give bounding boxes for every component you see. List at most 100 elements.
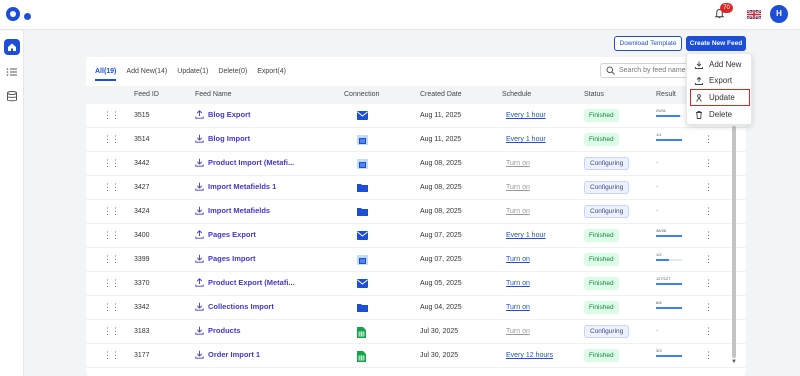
col-schedule[interactable]: Schedule [502,91,531,98]
drag-handle-icon[interactable]: ⋮⋮ [103,326,120,337]
feed-name-link[interactable]: Blog Export [195,110,251,119]
drag-handle-icon[interactable]: ⋮⋮ [103,182,120,193]
drag-handle-icon[interactable]: ⋮⋮ [103,278,120,289]
app-logo[interactable] [6,7,20,21]
feed-name-link[interactable]: Order Import 1 [195,350,260,359]
col-feed-name[interactable]: Feed Name [195,91,232,98]
drag-handle-icon[interactable]: ⋮⋮ [103,254,120,265]
search-placeholder: Search by feed name [619,67,686,74]
feed-name-link[interactable]: Collections Import [195,302,274,311]
drag-handle-icon[interactable]: ⋮⋮ [103,158,120,169]
table-row[interactable]: ⋮⋮ 3342 Collections Import Aug 04, 2025 Turn… [86,296,746,320]
schedule-link[interactable]: Every 1 hour [506,136,546,143]
drag-handle-icon[interactable]: ⋮⋮ [103,302,120,313]
nav-home-button[interactable] [4,39,20,55]
feed-name-link[interactable]: Product Export (Metafi... [195,278,295,287]
list-icon[interactable] [6,67,18,77]
more-options-icon[interactable]: ⋮ [704,182,713,193]
more-options-icon[interactable]: ⋮ [704,206,713,217]
folder-icon [357,304,368,312]
table-row[interactable]: ⋮⋮ 3515 Blog Export Aug 11, 2025 Every 1 hou… [86,104,746,128]
create-new-feed-button[interactable]: Create New Feed [686,36,746,51]
tab-update[interactable]: Update(1) [177,68,208,81]
feed-name: Blog Import [208,134,251,143]
more-options-icon[interactable]: ⋮ [704,134,713,145]
feed-name-link[interactable]: Blog Import [195,134,250,143]
feed-name-link[interactable]: Import Metafields [195,206,270,215]
connection-type [357,159,368,171]
more-options-icon[interactable]: ⋮ [704,350,713,361]
ftp-server-icon [357,255,368,265]
email-icon [357,279,368,288]
drag-handle-icon[interactable]: ⋮⋮ [103,230,120,241]
col-connection[interactable]: Connection [344,91,379,98]
table-row[interactable]: ⋮⋮ 3514 Blog Import Aug 11, 2025 Every 1 hou… [86,128,746,152]
result-count: 29/31 [656,108,667,113]
schedule-link[interactable]: Turn on [506,256,530,263]
drag-handle-icon[interactable]: ⋮⋮ [103,350,120,361]
result-count: 6/6 [656,300,662,305]
more-options-icon[interactable]: ⋮ [704,254,713,265]
result-progress: 6/6 [656,300,684,309]
feed-name-link[interactable]: Products [195,326,241,335]
feed-name: Product Import (Metafi... [208,158,295,167]
col-status[interactable]: Status [584,91,604,98]
result-bar [656,139,682,141]
drag-handle-icon[interactable]: ⋮⋮ [103,206,120,217]
schedule-link[interactable]: Turn on [506,160,530,167]
menu-item-export[interactable]: Export [691,73,749,88]
table-row[interactable]: ⋮⋮ 3399 Pages Import Aug 07, 2025 Turn on Fin… [86,248,746,272]
more-options-icon[interactable]: ⋮ [704,326,713,337]
upload-icon [195,230,204,239]
download-icon [195,182,204,191]
col-result[interactable]: Result [656,91,676,98]
table-row[interactable]: ⋮⋮ 3400 Pages Export Aug 07, 2025 Every 1 ho… [86,224,746,248]
col-feed-id[interactable]: Feed ID [134,91,159,98]
more-options-icon[interactable]: ⋮ [704,278,713,289]
feed-name-link[interactable]: Pages Import [195,254,256,263]
uk-flag-icon[interactable] [747,10,761,19]
col-created-date[interactable]: Created Date [420,91,462,98]
table-row[interactable]: ⋮⋮ 3424 Import Metafields Aug 08, 2025 Turn … [86,200,746,224]
feed-name-link[interactable]: Import Metafields 1 [195,182,276,191]
scrollbar-thumb[interactable] [732,126,736,358]
schedule-link[interactable]: Every 1 hour [506,112,546,119]
table-row[interactable]: ⋮⋮ 3370 Product Export (Metafi... Aug 05, 2… [86,272,746,296]
schedule-link[interactable]: Turn on [506,208,530,215]
scroll-down-icon[interactable]: ▼ [731,359,737,365]
menu-item-delete[interactable]: Delete [691,107,749,122]
drag-handle-icon[interactable]: ⋮⋮ [103,110,120,121]
drag-handle-icon[interactable]: ⋮⋮ [103,134,120,145]
side-nav [0,31,24,376]
tab-export[interactable]: Export(4) [257,68,286,81]
more-options-icon[interactable]: ⋮ [704,158,713,169]
schedule-link[interactable]: Turn on [506,184,530,191]
search-input[interactable]: Search by feed name [600,63,700,78]
table-row[interactable]: ⋮⋮ 3183 Products Jul 30, 2025 Turn on Configu… [86,320,746,344]
table-row[interactable]: ⋮⋮ 3427 Import Metafields 1 Aug 08, 2025 Tur… [86,176,746,200]
menu-item-add-new[interactable]: Add New [691,57,749,72]
database-icon[interactable] [6,91,18,102]
more-options-icon[interactable]: ⋮ [704,302,713,313]
table-row[interactable]: ⋮⋮ 3442 Product Import (Metafi... Aug 08, 2… [86,152,746,176]
schedule-link[interactable]: Turn on [506,328,530,335]
schedule-link[interactable]: Turn on [506,280,530,287]
schedule-link[interactable]: Every 12 hours [506,352,553,359]
top-bar: 70 H [0,0,800,30]
feed-name-link[interactable]: Pages Export [195,230,256,239]
ftp-server-icon [357,135,368,145]
tab-add-new[interactable]: Add New(14) [126,68,167,81]
created-date: Aug 07, 2025 [420,232,462,239]
tab-all[interactable]: All(19) [95,68,117,81]
tab-delete[interactable]: Delete(0) [218,68,247,81]
table-row[interactable]: ⋮⋮ 3177 Order Import 1 Jul 30, 2025 Every 12… [86,344,746,368]
download-template-button[interactable]: Download Template [614,36,682,51]
more-options-icon[interactable]: ⋮ [704,230,713,241]
user-avatar[interactable]: H [770,5,788,23]
created-date: Aug 05, 2025 [420,280,462,287]
feed-id: 3342 [134,304,150,311]
menu-item-update[interactable]: Update [690,89,750,106]
schedule-link[interactable]: Turn on [506,304,530,311]
schedule-link[interactable]: Every 1 hour [506,232,546,239]
feed-name-link[interactable]: Product Import (Metafi... [195,158,294,167]
